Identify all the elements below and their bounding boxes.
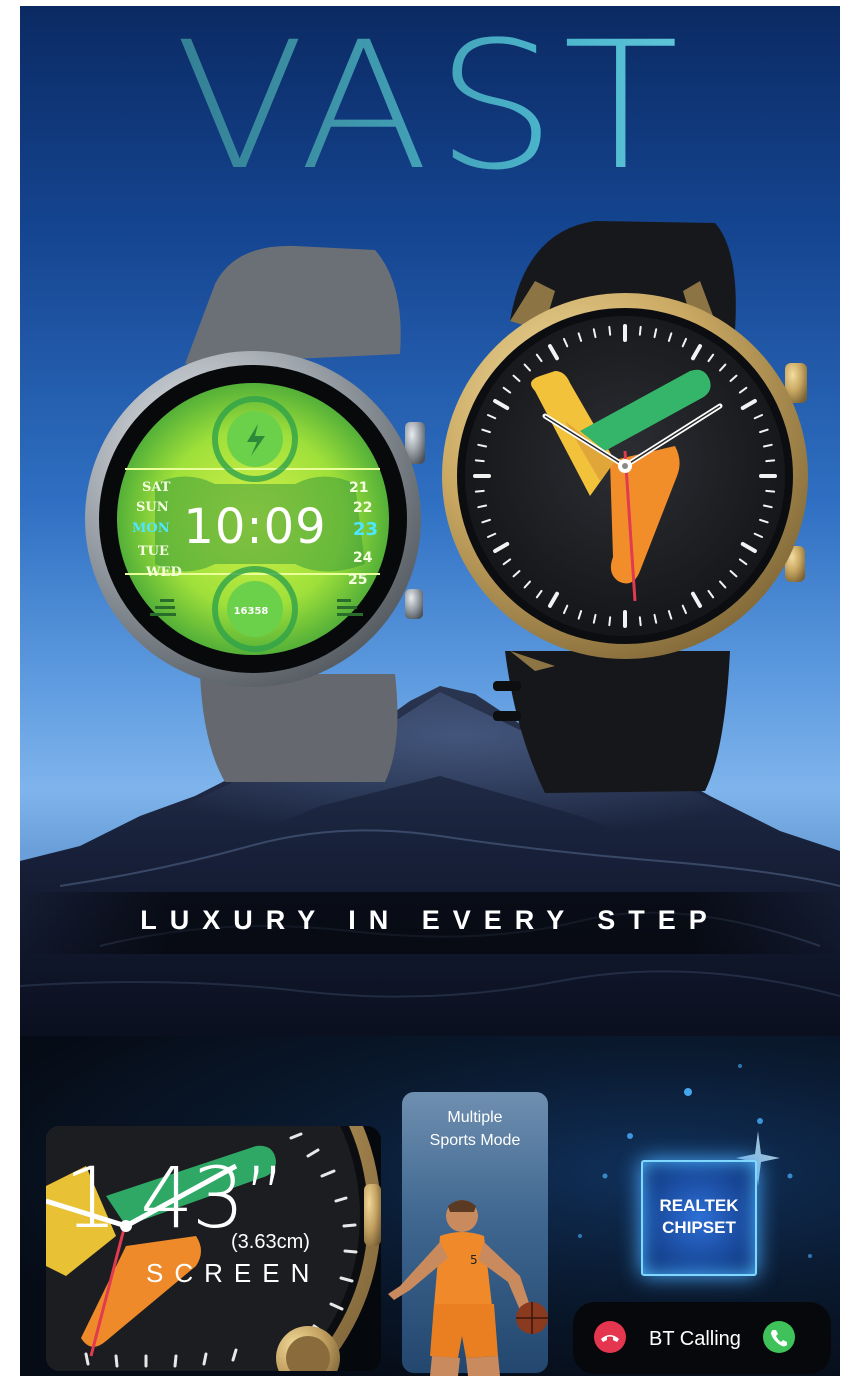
sports-line-2: Sports Mode bbox=[429, 1132, 521, 1149]
day-label: SAT bbox=[142, 480, 171, 495]
screen-size-metric: (3.63cm) bbox=[231, 1231, 310, 1253]
day-label: SUN bbox=[136, 500, 169, 515]
dial-tick bbox=[638, 325, 642, 336]
phone-decline-icon bbox=[594, 1321, 626, 1353]
basketball-player-figure: 5 bbox=[388, 1200, 548, 1376]
step-count: 16358 bbox=[233, 606, 269, 617]
bt-calling-label: BT Calling bbox=[649, 1328, 741, 1350]
dial-tick bbox=[474, 489, 485, 493]
day-label-active: MON bbox=[132, 521, 170, 536]
date-label: 25 bbox=[348, 572, 368, 588]
product-banner: VAST LUXURY IN EVERY STEP 10:09 SAT SUN … bbox=[20, 6, 840, 1376]
chipset-line-1: REALTEK bbox=[659, 1196, 739, 1215]
date-label-active: 23 bbox=[353, 519, 379, 540]
date-label: 22 bbox=[353, 500, 373, 516]
features-section: 1.43” (3.63cm) SCREEN Multiple Sports Mo… bbox=[20, 1036, 840, 1376]
gold-analog-watch bbox=[442, 221, 808, 793]
screen-label: SCREEN bbox=[146, 1258, 321, 1288]
tagline: LUXURY IN EVERY STEP bbox=[140, 905, 720, 935]
day-label: WED bbox=[146, 565, 182, 580]
date-label: 24 bbox=[353, 550, 373, 566]
dial-tick bbox=[608, 616, 612, 627]
watch-time: 10:09 bbox=[183, 499, 327, 555]
svg-text:5: 5 bbox=[470, 1253, 478, 1267]
hero-section: VAST LUXURY IN EVERY STEP 10:09 SAT SUN … bbox=[20, 6, 840, 1036]
dial-tick bbox=[765, 459, 776, 463]
phone-accept-icon bbox=[763, 1321, 795, 1353]
brand-title: VAST bbox=[20, 12, 840, 202]
date-label: 21 bbox=[349, 480, 369, 496]
dial-tick bbox=[765, 489, 776, 493]
dial-tick bbox=[638, 616, 642, 627]
dial-tick bbox=[474, 459, 485, 463]
day-label: TUE bbox=[138, 544, 169, 559]
sports-line-1: Multiple bbox=[447, 1109, 503, 1126]
screen-size-value: 1.43” bbox=[64, 1149, 287, 1247]
screen-size-card: 1.43” (3.63cm) SCREEN bbox=[46, 1126, 381, 1371]
sports-mode-text: Multiple Sports Mode bbox=[402, 1106, 548, 1152]
dial-tick bbox=[608, 325, 612, 336]
chipset-line-2: CHIPSET bbox=[662, 1218, 736, 1237]
chipset-text: REALTEK CHIPSET bbox=[641, 1195, 757, 1239]
